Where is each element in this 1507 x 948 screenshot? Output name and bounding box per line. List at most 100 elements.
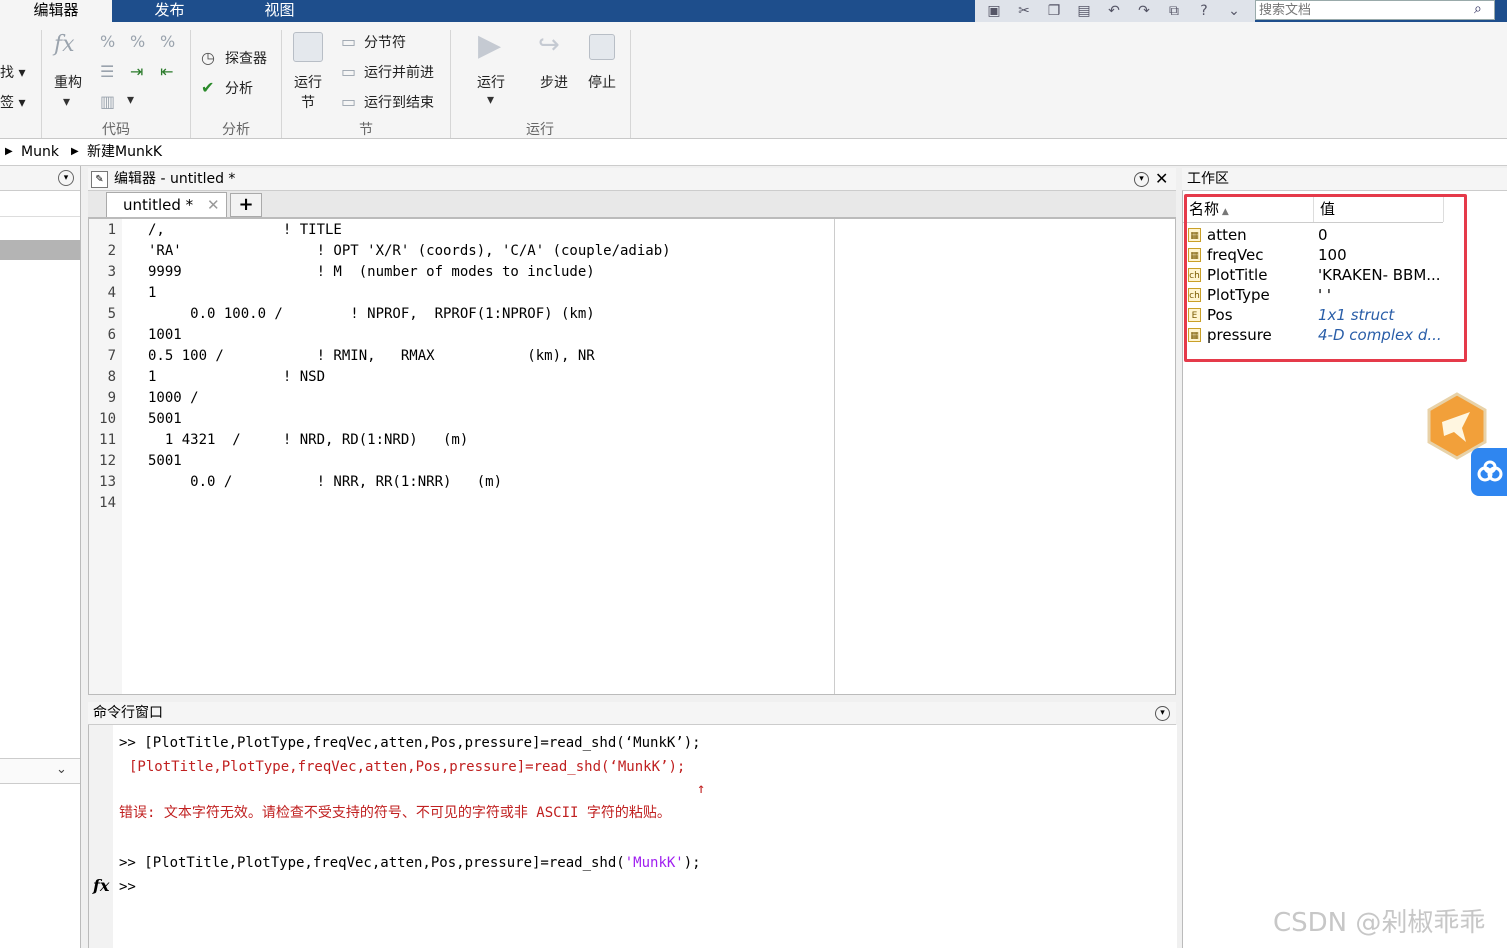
ribbon: 找 ▾ 签 ▾ fx 重构 ▾ % % % ☰ ⇥ ⇤ ▥ ▾ 代码 ◷ 探查器…: [0, 22, 1507, 139]
refactor-dropdown-icon[interactable]: ▾: [63, 94, 70, 110]
analyze-button[interactable]: 分析: [225, 78, 253, 98]
step-button[interactable]: 步进: [540, 72, 568, 92]
code-line[interactable]: 1001: [148, 325, 182, 346]
indent-icon[interactable]: ☰: [100, 62, 114, 81]
analyze-icon[interactable]: ✔: [201, 78, 214, 97]
close-icon[interactable]: ✕: [1155, 168, 1168, 190]
command-window-title: 命令行窗口: [93, 705, 163, 721]
command-prompt[interactable]: >>: [119, 876, 136, 898]
profiler-button[interactable]: 探查器: [225, 48, 267, 68]
find-button[interactable]: 找 ▾: [0, 62, 25, 82]
tab-untitled-label: untitled *: [123, 196, 194, 214]
stop-button[interactable]: 停止: [588, 72, 616, 92]
editor-tab-strip: untitled * ✕ +: [88, 191, 1176, 218]
uncomment-icon[interactable]: %: [130, 32, 145, 51]
code-line[interactable]: 1 ! NSD: [148, 367, 325, 388]
switch-windows-icon[interactable]: ⧉: [1165, 2, 1183, 20]
tab-publish[interactable]: 发布: [112, 0, 227, 22]
editor-code-area[interactable]: 1 /, ! TITLE 2 'RA' ! OPT 'X/R' (coords), '…: [88, 218, 1176, 695]
fx-icon[interactable]: fx: [93, 876, 109, 895]
cloud-sync-icon[interactable]: [1471, 448, 1507, 496]
divider: [630, 30, 631, 138]
decrease-indent-icon[interactable]: ⇤: [160, 62, 173, 81]
step-icon[interactable]: ↪: [538, 30, 560, 60]
code-line[interactable]: 5001: [148, 409, 182, 430]
line-number: 13: [99, 474, 116, 490]
format-dropdown-icon[interactable]: ▾: [127, 92, 134, 108]
increase-indent-icon[interactable]: ⇥: [130, 62, 143, 81]
chevron-down-icon[interactable]: ⌄: [56, 762, 67, 777]
line-number: 10: [99, 411, 116, 427]
code-line[interactable]: 0.0 100.0 / ! NPROF, RPROF(1:NPROF) (km): [148, 304, 595, 325]
run-button[interactable]: 运行: [477, 72, 505, 92]
expand-icon[interactable]: ⌄: [1225, 2, 1243, 20]
run-to-end-button[interactable]: 运行到结束: [364, 92, 434, 112]
help-icon[interactable]: ?: [1195, 2, 1213, 20]
bookmark-button[interactable]: 签 ▾: [0, 92, 25, 112]
paste-icon[interactable]: ▤: [1075, 2, 1093, 20]
code-line[interactable]: 1: [148, 283, 156, 304]
fx-icon[interactable]: fx: [54, 32, 75, 57]
save-icon[interactable]: ▣: [985, 2, 1003, 20]
command-window-menu-icon[interactable]: ▾: [1155, 706, 1170, 721]
cut-icon[interactable]: ✂: [1015, 2, 1033, 20]
divider: [0, 216, 80, 217]
run-and-advance-icon[interactable]: ▭: [341, 62, 356, 81]
details-bar[interactable]: [0, 758, 80, 784]
tab-untitled[interactable]: untitled * ✕: [106, 192, 227, 217]
section-section-label: 节: [359, 122, 373, 138]
breadcrumb-item-newmunkk[interactable]: 新建MunkK: [87, 139, 162, 165]
search-documentation-input[interactable]: 搜索文档: [1255, 0, 1495, 20]
tab-view[interactable]: 视图: [227, 0, 332, 22]
run-section-button-line1[interactable]: 运行: [294, 72, 322, 92]
editor-header: ✎ 编辑器 - untitled * ▾ ✕: [88, 168, 1176, 191]
pane-menu-icon[interactable]: ▾: [58, 170, 74, 186]
selected-file-row[interactable]: [0, 240, 80, 260]
line-number: 2: [107, 243, 116, 259]
run-icon[interactable]: ▶: [478, 28, 501, 63]
wrap-comment-icon[interactable]: %: [160, 32, 175, 51]
new-tab-button[interactable]: +: [230, 193, 262, 217]
section-break-button[interactable]: 分节符: [364, 32, 406, 52]
tab-editor[interactable]: 编辑器: [0, 0, 112, 22]
profiler-icon[interactable]: ◷: [201, 48, 215, 67]
run-section-label: 运行: [526, 122, 554, 138]
tab-close-icon[interactable]: ✕: [207, 193, 220, 217]
chevron-right-icon: ▶: [5, 146, 13, 157]
refactor-button[interactable]: 重构: [54, 72, 82, 92]
code-line[interactable]: /, ! TITLE: [148, 220, 342, 241]
run-to-end-icon[interactable]: ▭: [341, 92, 356, 111]
code-line[interactable]: 5001: [148, 451, 182, 472]
code-line[interactable]: 1000 /: [148, 388, 199, 409]
line-number: 9: [107, 390, 116, 406]
editor-title: 编辑器 - untitled *: [114, 171, 236, 187]
code-line[interactable]: 0.0 / ! NRR, RR(1:NRR) (m): [148, 472, 502, 493]
redo-icon[interactable]: ↷: [1135, 2, 1153, 20]
command-history-line-2: >> [PlotTitle,PlotType,freqVec,atten,Pos…: [119, 855, 701, 871]
command-window[interactable]: >> [PlotTitle,PlotType,freqVec,atten,Pos…: [88, 725, 1177, 948]
run-and-advance-button[interactable]: 运行并前进: [364, 62, 434, 82]
run-section-button-line2[interactable]: 节: [301, 92, 315, 112]
breadcrumb-item-munk[interactable]: Munk: [21, 139, 59, 165]
stop-icon[interactable]: [589, 34, 615, 60]
code-line[interactable]: 0.5 100 / ! RMIN, RMAX (km), NR: [148, 346, 595, 367]
percent-icon[interactable]: %: [100, 32, 115, 51]
code-line[interactable]: 'RA' ! OPT 'X/R' (coords), 'C/A' (couple…: [148, 241, 671, 262]
run-dropdown-icon[interactable]: ▾: [487, 92, 494, 108]
workspace-title: 工作区: [1187, 171, 1229, 187]
copy-icon[interactable]: ❐: [1045, 2, 1063, 20]
run-section-icon[interactable]: [293, 32, 323, 62]
line-number: 11: [99, 432, 116, 448]
line-number: 14: [99, 495, 116, 511]
section-break-icon[interactable]: ▭: [341, 32, 356, 51]
format-icon[interactable]: ▥: [100, 92, 115, 111]
code-line[interactable]: 1 4321 / ! NRD, RD(1:NRD) (m): [148, 430, 468, 451]
search-icon[interactable]: ⌕: [1474, 1, 1482, 17]
command-history-line: >> [PlotTitle,PlotType,freqVec,atten,Pos…: [119, 735, 701, 751]
undo-icon[interactable]: ↶: [1105, 2, 1123, 20]
line-number: 12: [99, 453, 116, 469]
editor-menu-icon[interactable]: ▾: [1134, 172, 1149, 187]
error-caret: ↑: [697, 781, 706, 797]
right-margin-line: [834, 219, 835, 694]
code-line[interactable]: 9999 ! M (number of modes to include): [148, 262, 595, 283]
